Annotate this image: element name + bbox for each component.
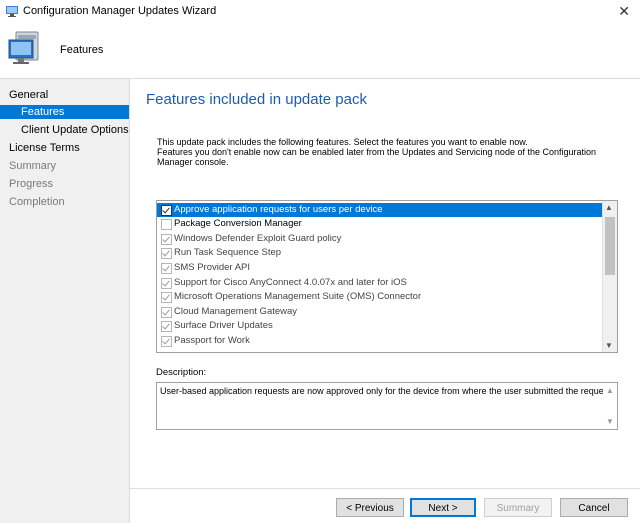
checkbox[interactable] <box>161 219 172 230</box>
scroll-up-icon[interactable]: ▲ <box>605 203 613 212</box>
checkbox[interactable] <box>161 336 172 347</box>
feature-item[interactable]: Microsoft Operations Management Suite (O… <box>157 290 602 304</box>
nav-item-features[interactable]: Features <box>0 105 129 119</box>
previous-button[interactable]: < Previous <box>336 498 404 517</box>
nav-item-general[interactable]: General <box>9 88 48 102</box>
feature-label: SMS Provider API <box>174 262 251 273</box>
feature-label: Microsoft Operations Management Suite (O… <box>174 291 422 302</box>
feature-label: Cloud Management Gateway <box>174 306 298 317</box>
checkbox[interactable] <box>161 292 172 303</box>
feature-item[interactable]: Cloud Management Gateway <box>157 305 602 319</box>
nav-item-completion: Completion <box>9 196 65 208</box>
feature-item[interactable]: Windows Defender Exploit Guard policy <box>157 232 602 246</box>
nav-item-client-update-options[interactable]: Client Update Options <box>21 123 129 137</box>
feature-label: Surface Driver Updates <box>174 320 273 331</box>
feature-label: Support for Cisco AnyConnect 4.0.07x and… <box>174 277 407 288</box>
checkbox[interactable] <box>161 263 172 274</box>
feature-label: Windows Defender Exploit Guard policy <box>174 233 342 244</box>
computer-icon <box>8 31 39 64</box>
nav-item-summary: Summary <box>9 160 57 172</box>
feature-item[interactable]: SMS Provider API <box>157 261 602 275</box>
checkbox[interactable] <box>161 307 172 318</box>
scroll-down-icon[interactable]: ▼ <box>605 341 613 350</box>
next-button[interactable]: Next > <box>410 498 476 517</box>
feature-item[interactable]: Surface Driver Updates <box>157 319 602 333</box>
intro-text: This update pack includes the following … <box>157 137 627 167</box>
wizard-nav: General Features Client Update Options L… <box>0 79 130 523</box>
feature-item[interactable]: Approve application requests for users p… <box>157 203 602 217</box>
feature-item[interactable]: Package Conversion Manager <box>157 217 602 231</box>
description-box: User-based application requests are now … <box>156 382 618 430</box>
window-title: Configuration Manager Updates Wizard <box>23 5 217 17</box>
feature-label: Approve application requests for users p… <box>174 204 383 215</box>
intro-line-2: Features you don't enable now can be ena… <box>157 147 597 157</box>
app-icon <box>6 6 18 17</box>
nav-item-progress: Progress <box>9 178 54 190</box>
title-bar: Configuration Manager Updates Wizard ✕ <box>0 0 640 24</box>
feature-label: Passport for Work <box>174 335 250 346</box>
feature-item[interactable]: Passport for Work <box>157 334 602 348</box>
intro-line-1: This update pack includes the following … <box>157 137 528 147</box>
close-icon[interactable]: ✕ <box>618 3 630 20</box>
feature-label: Package Conversion Manager <box>174 218 302 229</box>
feature-item[interactable]: Run Task Sequence Step <box>157 246 602 260</box>
features-list[interactable]: Approve application requests for users p… <box>156 200 618 353</box>
cancel-button[interactable]: Cancel <box>560 498 628 517</box>
scrollbar-thumb[interactable] <box>605 217 615 275</box>
features-scrollbar[interactable]: ▲ ▼ <box>602 201 617 352</box>
scroll-down-icon[interactable]: ▼ <box>606 417 614 426</box>
checkbox[interactable] <box>161 321 172 332</box>
description-label: Description: <box>156 367 207 378</box>
checkbox[interactable] <box>161 205 172 216</box>
feature-item[interactable]: Support for Cisco AnyConnect 4.0.07x and… <box>157 276 602 290</box>
description-text: User-based application requests are now … <box>160 386 611 396</box>
header-page-label: Features <box>60 44 104 56</box>
scroll-up-icon[interactable]: ▲ <box>606 386 614 395</box>
intro-line-3: Manager console. <box>157 157 229 167</box>
wizard-header: Features <box>0 24 640 79</box>
feature-label: Run Task Sequence Step <box>174 247 282 258</box>
summary-button: Summary <box>484 498 552 517</box>
description-scrollbar[interactable]: ▲ ▼ <box>603 383 617 429</box>
checkbox[interactable] <box>161 278 172 289</box>
nav-item-license-terms[interactable]: License Terms <box>9 141 80 155</box>
checkbox[interactable] <box>161 234 172 245</box>
checkbox[interactable] <box>161 248 172 259</box>
footer-divider <box>130 488 640 489</box>
page-title: Features included in update pack <box>146 91 367 108</box>
